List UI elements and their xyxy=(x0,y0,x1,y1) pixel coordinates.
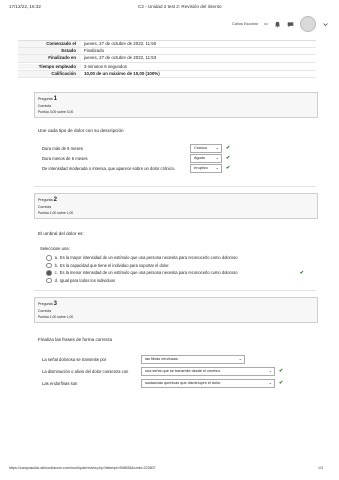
bell-icon[interactable] xyxy=(274,21,281,28)
match-prompt: Dura más de 6 meses xyxy=(42,145,83,151)
summary-row: Comenzado el jueves, 27 de octubre de 20… xyxy=(18,41,316,49)
summary-value: jueves, 27 de octubre de 2022, 11:53 xyxy=(84,55,157,61)
match-select[interactable]: Agudo xyxy=(190,153,222,163)
answer-option[interactable]: d. Igual para todos los individuos xyxy=(46,277,316,285)
option-text: Es la menor intensidad de un estímulo qu… xyxy=(59,270,238,276)
question-text: Une cada tipo de dolor con su descripció… xyxy=(38,128,124,133)
print-page-title: C2 - Unidad 2 test 2: Revisión del inten… xyxy=(138,4,222,9)
option-text: Igual para todos los individuos xyxy=(60,278,116,284)
summary-row: Tiempo empleado 3 minutos 6 segundos xyxy=(18,63,316,71)
summary-value: 10,00 de un máximo de 10,00 (100%) xyxy=(84,70,160,76)
question-body: Finaliza las frases de forma correcta La… xyxy=(34,331,316,391)
radio-button[interactable] xyxy=(46,277,52,284)
print-datetime: 17/12/22, 16:32 xyxy=(9,4,41,9)
match-prompt: De intensidad moderada o intensa, que ap… xyxy=(42,165,176,171)
match-select[interactable]: las fibras nerviosas. xyxy=(141,354,245,364)
summary-value: Finalizado xyxy=(84,48,105,54)
check-icon: ✔ xyxy=(226,165,231,171)
match-row: Las endorfinas son sustancias químicas q… xyxy=(42,377,316,389)
question-status: Correcta xyxy=(38,205,52,209)
check-icon: ✔ xyxy=(279,380,284,386)
summary-label: Finalizado en xyxy=(18,55,81,62)
option-text: Es la capacidad que tiene el individuo p… xyxy=(60,262,170,268)
question-info-box: Pregunta 1 Correcta Puntúa 3,00 sobre 3,… xyxy=(34,92,318,118)
summary-label: Tiempo empleado xyxy=(18,63,81,69)
question-text: Finaliza las frases de forma correcta xyxy=(38,337,113,342)
question-body: El umbral del dolor es: Seleccione una: … xyxy=(34,228,316,291)
question-info-box: Pregunta 2 Correcta Puntúa 1,00 sobre 1,… xyxy=(34,193,318,219)
question-score: Puntúa 3,00 sobre 3,00 xyxy=(38,110,74,114)
match-row: La disminución o alivio del dolor comien… xyxy=(42,365,316,377)
match-row: Dura menos de 6 meses Agudo ✔ xyxy=(42,153,316,163)
avatar[interactable] xyxy=(299,16,316,32)
match-row: De intensidad moderada o intensa, que ap… xyxy=(42,163,316,173)
option-letter: b. xyxy=(54,262,59,268)
question-score: Puntúa 1,00 sobre 1,00 xyxy=(38,211,74,215)
match-row: La señal dolorosa se transmite por las f… xyxy=(42,353,316,365)
summary-row: Finalizado en jueves, 27 de octubre de 2… xyxy=(18,55,316,63)
print-url: https://campusclick.aleixcollacom.com/mo… xyxy=(9,466,156,470)
question-score: Puntúa 1,00 sobre 1,00 xyxy=(38,315,74,319)
match-select[interactable]: una señal que se transmite desde el cere… xyxy=(141,366,275,376)
print-page-number: 1/3 xyxy=(318,466,323,470)
radio-button[interactable] xyxy=(46,255,52,261)
summary-label: Calificación xyxy=(18,70,81,77)
question-info-box: Pregunta 3 Correcta Puntúa 1,00 sobre 1,… xyxy=(34,297,318,323)
select-one-label: Seleccione una: xyxy=(40,246,70,251)
check-icon: ✔ xyxy=(279,368,284,374)
answer-option[interactable]: a. Es la mayor intensidad de un estímulo… xyxy=(46,254,316,262)
question-text: El umbral del dolor es: xyxy=(38,231,84,236)
question-number: 3 xyxy=(53,301,57,307)
question-prefix: Pregunta xyxy=(38,198,53,202)
question-body: Une cada tipo de dolor con su descripció… xyxy=(34,126,316,187)
match-prompt: La señal dolorosa se transmite por xyxy=(42,356,107,362)
match-row: Dura más de 6 meses Crónico ✔ xyxy=(42,143,316,153)
answer-option[interactable]: c. Es la menor intensidad de un estímulo… xyxy=(46,269,316,277)
check-icon: ✔ xyxy=(226,155,231,161)
option-text: Es la mayor intensidad de un estímulo qu… xyxy=(60,255,238,261)
summary-row: Calificación 10,00 de un máximo de 10,00… xyxy=(18,70,316,78)
user-name[interactable]: Carlos Escobar xyxy=(232,22,258,26)
attempt-summary-table: Comenzado el jueves, 27 de octubre de 20… xyxy=(18,40,316,78)
summary-row: Estado Finalizado xyxy=(18,48,316,56)
summary-label: Estado xyxy=(18,48,81,55)
question-number: 2 xyxy=(53,197,57,203)
match-prompt: Las endorfinas son xyxy=(42,380,78,386)
question-status: Correcta xyxy=(38,104,52,108)
answer-option[interactable]: b. Es la capacidad que tiene el individu… xyxy=(46,262,316,270)
summary-value: 3 minutos 6 segundos xyxy=(84,63,127,69)
summary-label: Comenzado el xyxy=(18,41,81,48)
option-letter: d. xyxy=(54,278,59,284)
radio-button-selected[interactable] xyxy=(46,270,52,276)
option-letter: a. xyxy=(54,255,59,261)
radio-button[interactable] xyxy=(46,262,52,269)
question-number: 1 xyxy=(53,96,57,102)
check-icon: ✔ xyxy=(299,269,304,276)
match-prompt: Dura menos de 6 meses xyxy=(42,155,88,161)
match-select[interactable]: Irruptivo xyxy=(190,163,222,173)
question-prefix: Pregunta xyxy=(38,97,53,101)
user-suffix: ••• xyxy=(263,22,268,26)
question-prefix: Pregunta xyxy=(38,302,53,306)
question-status: Correcta xyxy=(38,309,52,313)
match-select[interactable]: sustancias químicas que disminuyen el do… xyxy=(141,378,275,388)
check-icon: ✔ xyxy=(226,145,231,151)
user-menu-bar: Carlos Escobar ••• xyxy=(232,16,329,32)
option-letter: c. xyxy=(54,270,58,276)
chevron-down-icon[interactable] xyxy=(322,21,329,28)
match-prompt: La disminución o alivio del dolor comien… xyxy=(42,368,129,374)
chat-icon[interactable] xyxy=(287,21,294,28)
match-select[interactable]: Crónico xyxy=(190,143,222,153)
summary-value: jueves, 27 de octubre de 2022, 11:50 xyxy=(84,41,157,46)
